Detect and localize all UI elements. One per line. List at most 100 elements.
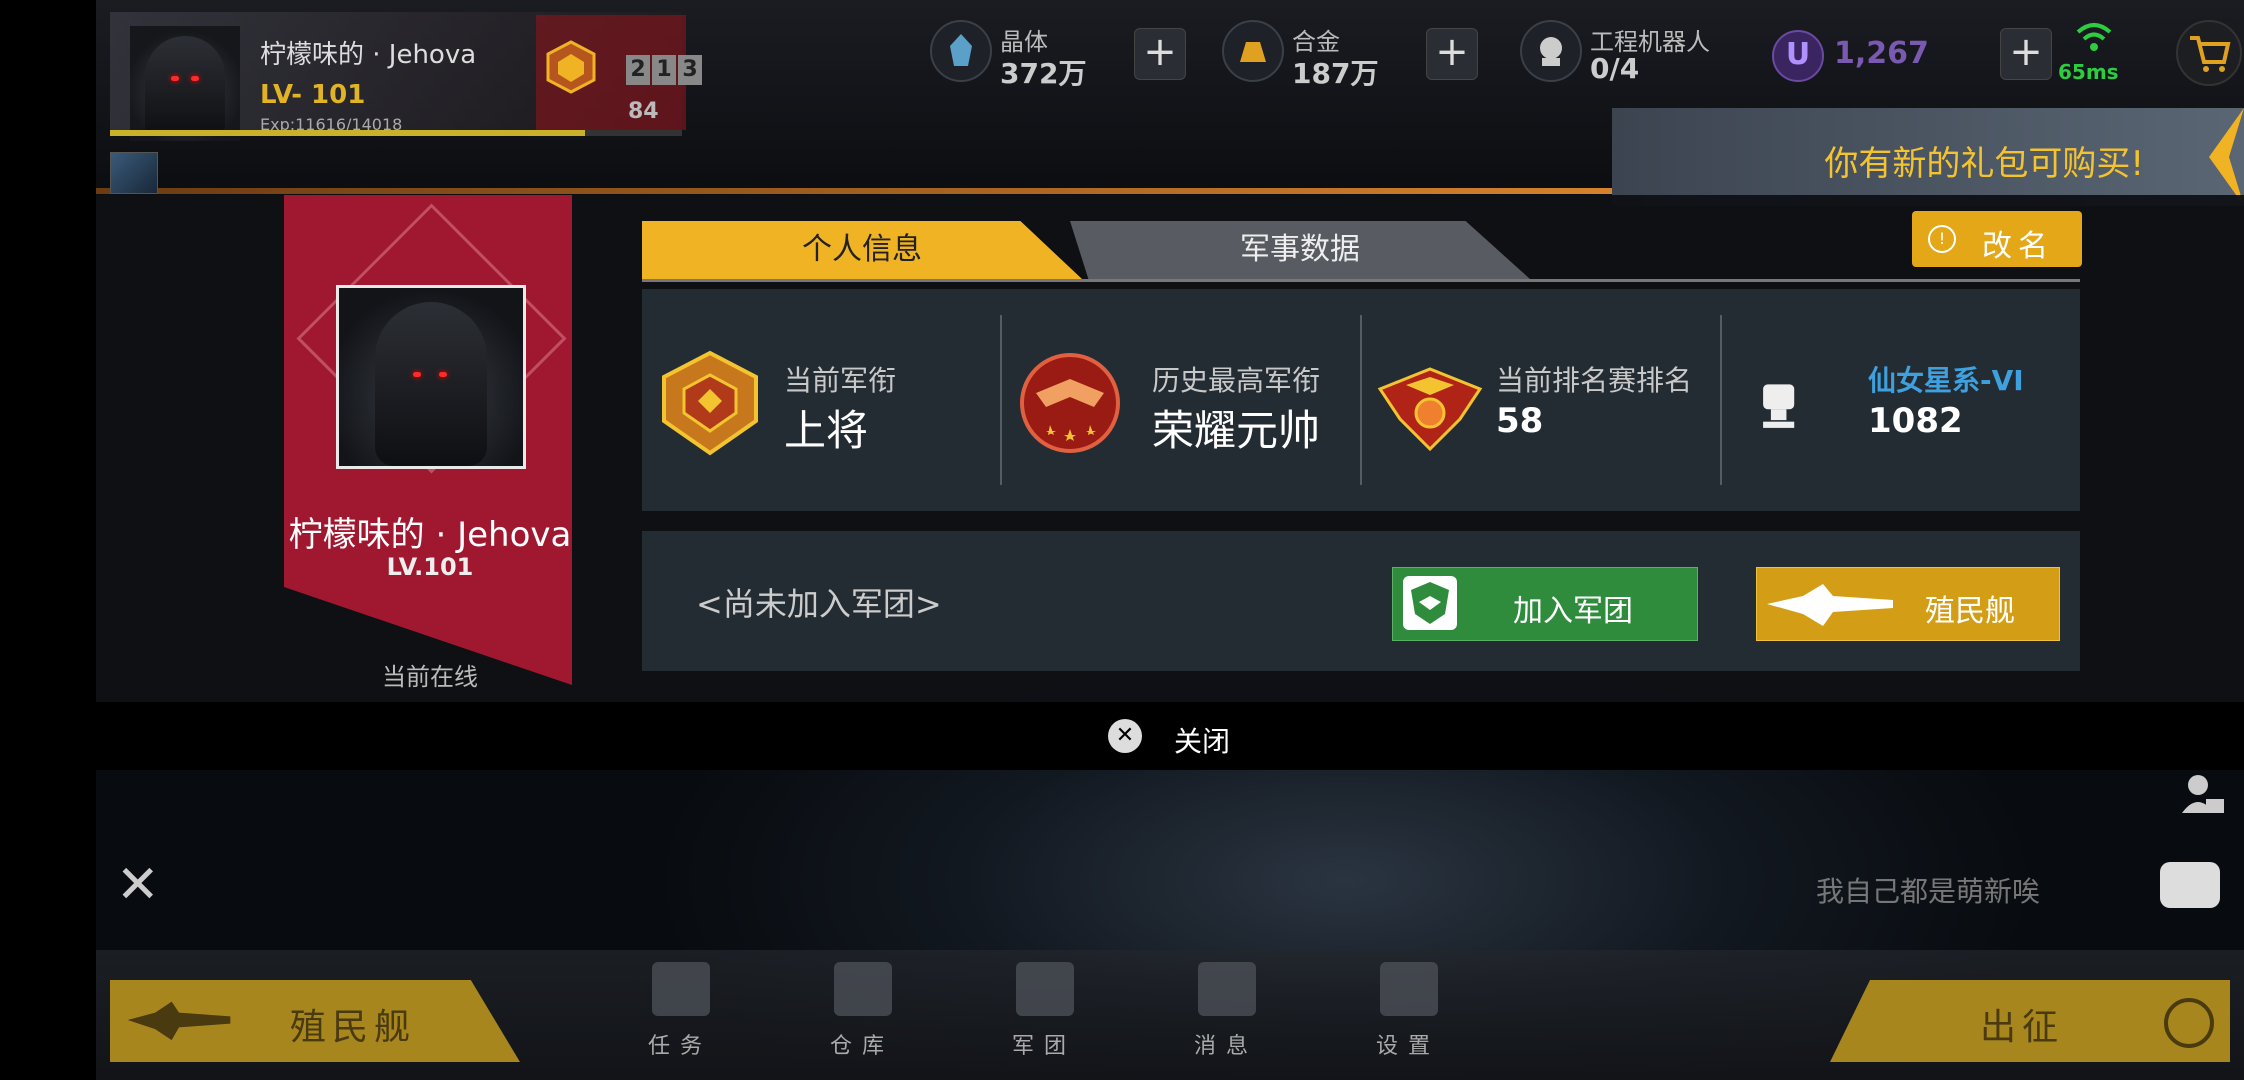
colony-ship-icon [1767, 584, 1893, 626]
stat-galaxy: 仙女星系-VI 1082 [1722, 289, 2080, 511]
marshal-badge-icon [1020, 353, 1120, 453]
add-crystal-button[interactable]: + [1134, 28, 1186, 80]
stat-label: 历史最高军衔 [1152, 364, 1321, 397]
handshake-shield-icon [1403, 576, 1457, 630]
resource-value: 372万 [1000, 57, 1087, 90]
close-label: 关闭 [1174, 725, 1231, 758]
nav-message[interactable]: 消息 [1166, 962, 1286, 1062]
eye-icon [171, 76, 179, 81]
alloy-icon [1222, 20, 1284, 82]
add-currency-button[interactable]: + [2000, 28, 2052, 80]
stat-value: 上将 [784, 406, 869, 455]
nav-task[interactable]: 任务 [620, 962, 740, 1062]
add-alloy-button[interactable]: + [1426, 28, 1478, 80]
profile-level: LV.101 [386, 553, 474, 581]
settings-icon [1380, 962, 1438, 1016]
expedition-label: 出征 [1980, 1007, 2065, 1048]
eye-icon [191, 76, 199, 81]
rename-button[interactable]: ! 改名 [1912, 211, 2082, 267]
eye-icon [439, 372, 447, 377]
close-icon: ✕ [1108, 719, 1142, 753]
join-legion-button[interactable]: 加入军团 [1392, 567, 1698, 641]
nav-label: 设置 [1375, 1034, 1440, 1059]
close-button[interactable]: ✕ 关闭 [1108, 716, 1248, 758]
rank-digit: 1 [652, 55, 676, 85]
friend-icon[interactable] [2176, 765, 2226, 825]
ping-value: 65ms [2058, 60, 2119, 84]
fleet-thumbnail-icon[interactable] [110, 152, 158, 194]
chat-message[interactable]: 我自己都是萌新唉 [1816, 870, 2040, 910]
tab-military-data[interactable]: 军事数据 [1070, 221, 1530, 279]
target-icon [2164, 998, 2214, 1048]
profile-name: 柠檬味的 · Jehova [288, 515, 572, 555]
player-name: 柠檬味的 · Jehova [260, 40, 477, 70]
nav-legion[interactable]: 军团 [984, 962, 1104, 1062]
colony-ship-nav-button[interactable]: 殖民舰 [110, 980, 520, 1062]
colony-ship-button[interactable]: 殖民舰 [1756, 567, 2060, 641]
eye-icon [413, 372, 421, 377]
exp-bar [110, 130, 682, 136]
tab-personal-info[interactable]: 个人信息 [642, 221, 1082, 279]
online-status: 当前在线 [382, 663, 478, 691]
nav-label: 消息 [1193, 1034, 1258, 1059]
gift-pack-banner[interactable]: 你有新的礼包可购买! [1612, 108, 2244, 206]
join-legion-label: 加入军团 [1513, 594, 1633, 629]
robot-icon [1520, 20, 1582, 82]
premium-currency-icon: U [1772, 30, 1824, 82]
legion-status: <尚未加入军团> [696, 585, 942, 623]
colony-nav-label: 殖民舰 [290, 1007, 417, 1048]
galaxy-label: 仙女星系-VI [1868, 364, 2024, 397]
trophy-fist-icon [1763, 384, 1795, 428]
stat-label: 当前军衔 [784, 364, 897, 397]
stat-ranking: 当前排名赛排名 58 [1362, 289, 1722, 511]
chat-icon[interactable] [2160, 862, 2220, 908]
shop-cart-button[interactable] [2176, 20, 2242, 86]
nav-label: 军团 [1011, 1034, 1076, 1059]
chevron-left-icon [2209, 108, 2244, 206]
colony-ship-label: 殖民舰 [1925, 594, 2015, 629]
player-avatar[interactable] [130, 26, 240, 141]
tab-underline [642, 279, 2080, 282]
crystal-icon [930, 20, 992, 82]
stat-value: 荣耀元帅 [1152, 406, 1321, 455]
resource-value: 0/4 [1590, 52, 1640, 85]
galaxy-value: 1082 [1868, 401, 1963, 441]
player-level: LV- 101 [260, 80, 366, 110]
legion-panel: <尚未加入军团> 加入军团 殖民舰 [642, 531, 2080, 671]
tools-icon[interactable]: ✕ [116, 855, 176, 915]
rank-number: 84 [628, 99, 659, 124]
wifi-icon [2076, 23, 2112, 51]
gift-pack-text: 你有新的礼包可购买! [1824, 144, 2144, 184]
rename-label: 改名 [1982, 229, 2054, 264]
stat-current-rank: 当前军衔 上将 [642, 289, 1002, 511]
rank-digits: 2 1 3 [626, 55, 702, 85]
exp-bar-fill [110, 130, 585, 136]
close-bar: ✕ 关闭 [96, 702, 2244, 770]
cart-icon [2190, 36, 2231, 72]
warehouse-icon [834, 962, 892, 1016]
top-divider [96, 188, 1616, 194]
nav-label: 仓库 [829, 1034, 894, 1059]
nav-label: 任务 [647, 1034, 712, 1059]
hooded-figure-icon [375, 302, 487, 466]
rank-box[interactable]: 2 1 3 84 [536, 15, 702, 130]
rank-digit: 3 [678, 55, 702, 85]
stats-panel: 当前军衔 上将 历史最高军衔 荣耀元帅 当前排名赛排名 58 仙女星系-VI 1… [642, 289, 2080, 511]
message-icon [1198, 962, 1256, 1016]
alert-icon: ! [1928, 225, 1956, 253]
rank-badge-icon [662, 350, 758, 456]
nav-settings[interactable]: 设置 [1348, 962, 1468, 1062]
rank-digit: 2 [626, 55, 650, 85]
nav-warehouse[interactable]: 仓库 [802, 962, 922, 1062]
stat-label: 当前排名赛排名 [1496, 364, 1693, 397]
expedition-button[interactable]: 出征 [1830, 980, 2230, 1062]
colony-ship-icon [127, 1001, 231, 1041]
profile-portrait [336, 285, 526, 469]
hooded-figure-icon [145, 36, 225, 136]
profile-modal: 柠檬味的 · Jehova LV.101 当前在线 个人信息 军事数据 ! 改名… [96, 195, 2244, 770]
rank-medal-icon [546, 40, 596, 94]
task-icon [652, 962, 710, 1016]
ranking-badge-icon [1377, 367, 1483, 452]
resource-value: 187万 [1292, 57, 1379, 90]
stat-highest-rank: 历史最高军衔 荣耀元帅 [1002, 289, 1362, 511]
